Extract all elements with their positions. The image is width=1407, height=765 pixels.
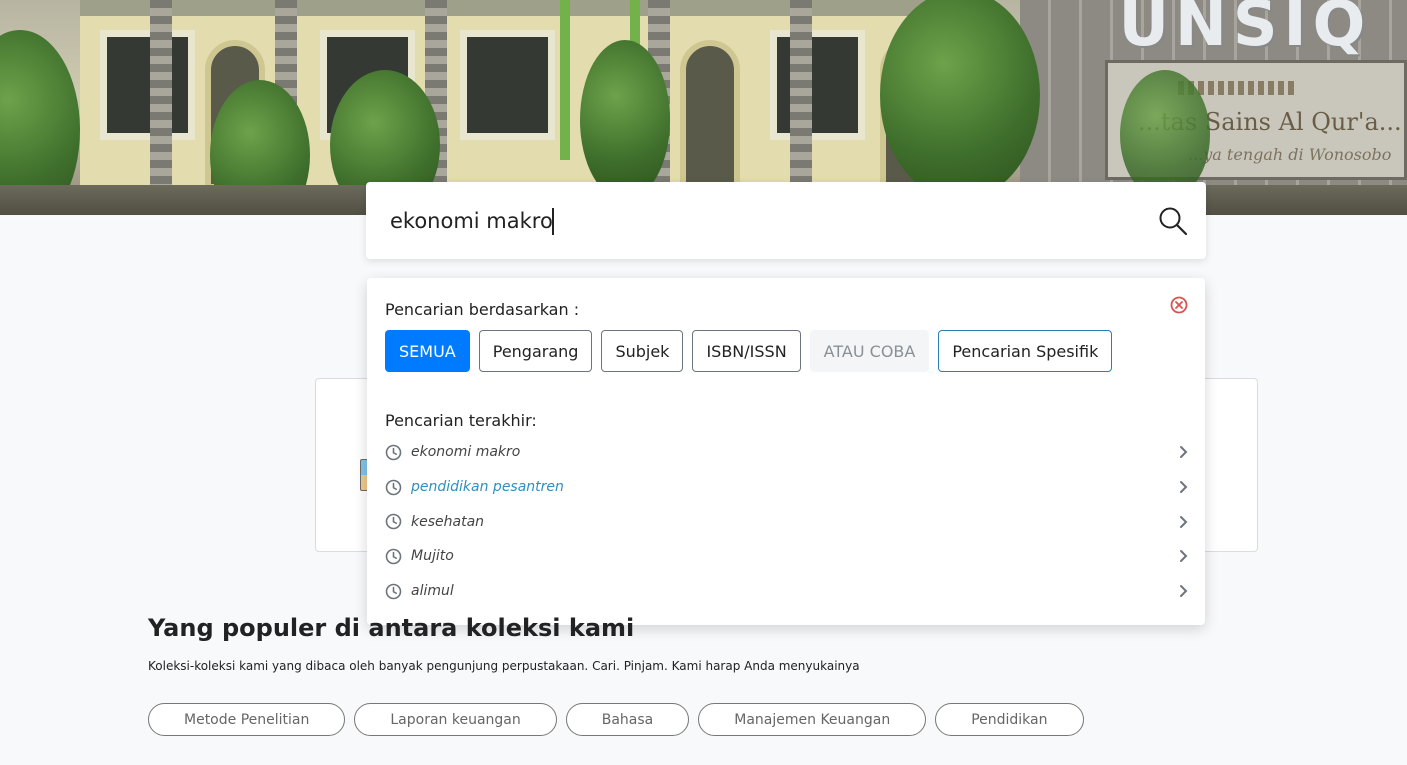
clock-icon xyxy=(385,479,402,495)
tree xyxy=(880,0,1040,200)
filter-author-button[interactable]: Pengarang xyxy=(478,330,593,372)
recent-search-item[interactable]: pendidikan pesantren xyxy=(385,470,1189,505)
close-circle-icon[interactable] xyxy=(1170,296,1188,314)
popular-tag[interactable]: Metode Penelitian xyxy=(148,703,346,736)
pillar xyxy=(150,0,172,215)
chevron-right-icon xyxy=(1180,515,1188,528)
text-caret xyxy=(552,208,554,235)
popular-section-subtitle: Koleksi-koleksi kami yang dibaca oleh ba… xyxy=(148,659,860,673)
popular-section-title: Yang populer di antara koleksi kami xyxy=(148,614,635,642)
clock-icon xyxy=(385,583,402,599)
recent-label: Pencarian terakhir: xyxy=(385,411,537,430)
green-trim xyxy=(560,0,570,160)
recent-search-item[interactable]: ekonomi makro xyxy=(385,435,1189,470)
recent-search-list: ekonomi makro pendidikan pesantren keseh… xyxy=(385,435,1189,608)
recent-search-text: Mujito xyxy=(411,548,454,565)
clock-icon xyxy=(385,513,402,530)
recent-search-item[interactable]: alimul xyxy=(385,574,1189,609)
recent-search-text: pendidikan pesantren xyxy=(411,479,564,496)
recent-search-item[interactable]: Mujito xyxy=(385,539,1189,574)
plaque-subtext: ...ya tengah di Wonosobo xyxy=(1188,145,1392,164)
filter-isbn-button[interactable]: ISBN/ISSN xyxy=(692,330,801,372)
filter-all-button[interactable]: SEMUA xyxy=(385,330,470,372)
advanced-search-button[interactable]: Pencarian Spesifik xyxy=(938,330,1113,372)
popular-tag[interactable]: Manajemen Keuangan xyxy=(698,703,927,736)
clock-icon xyxy=(385,548,402,565)
palm-plant xyxy=(1120,70,1210,200)
popular-tag[interactable]: Laporan keuangan xyxy=(354,703,557,736)
search-bar xyxy=(366,182,1206,259)
or-try-label: ATAU COBA xyxy=(809,330,930,372)
tree xyxy=(580,40,670,200)
window xyxy=(100,30,195,140)
chevron-right-icon xyxy=(1180,585,1188,598)
filter-label: Pencarian berdasarkan : xyxy=(385,300,580,319)
filter-chips: SEMUA Pengarang Subjek ISBN/ISSN ATAU CO… xyxy=(385,330,1113,372)
campus-sign-text: UNSIQ xyxy=(1118,0,1372,60)
recent-search-text: ekonomi makro xyxy=(411,444,521,461)
chevron-right-icon xyxy=(1180,481,1188,494)
filter-subject-button[interactable]: Subjek xyxy=(601,330,684,372)
chevron-right-icon xyxy=(1180,550,1188,563)
recent-search-text: alimul xyxy=(411,583,454,600)
campus-sign: UNSIQ xyxy=(1110,0,1380,60)
window xyxy=(460,30,555,140)
recent-search-item[interactable]: kesehatan xyxy=(385,504,1189,539)
popular-tag[interactable]: Bahasa xyxy=(565,703,690,736)
recent-search-text: kesehatan xyxy=(411,513,485,530)
popular-tag[interactable]: Pendidikan xyxy=(935,703,1084,736)
search-dropdown: Pencarian berdasarkan : SEMUA Pengarang … xyxy=(367,278,1205,625)
arch-doorway xyxy=(680,40,740,190)
popular-tags: Metode Penelitian Laporan keuangan Bahas… xyxy=(148,703,1084,736)
search-icon[interactable] xyxy=(1158,206,1188,236)
clock-icon xyxy=(385,444,402,461)
search-input[interactable] xyxy=(366,182,1206,259)
chevron-right-icon xyxy=(1180,446,1188,459)
window xyxy=(770,30,865,140)
